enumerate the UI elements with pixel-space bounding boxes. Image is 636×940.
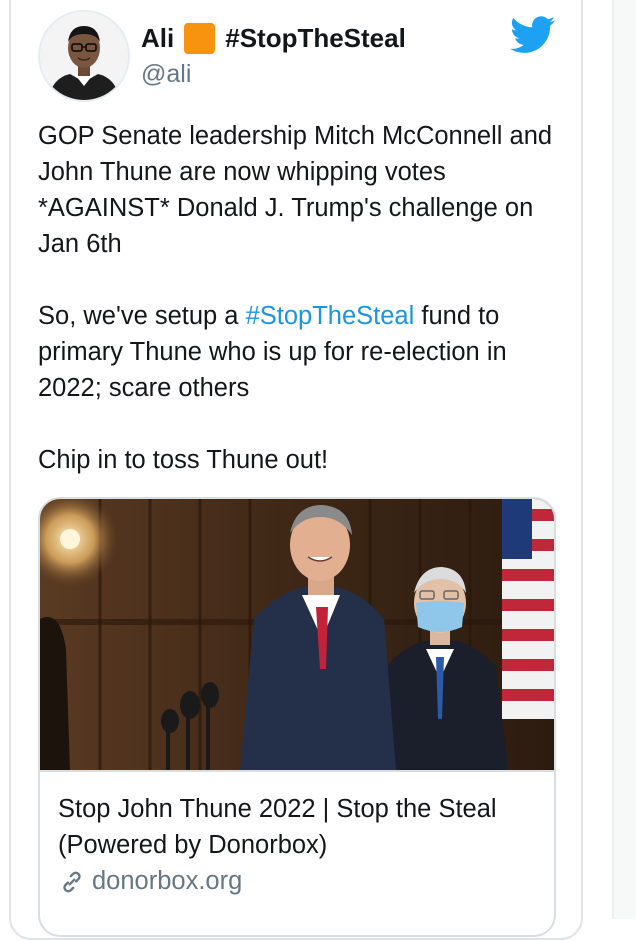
senators-photo: [40, 499, 554, 771]
link-icon: [63, 871, 81, 892]
avatar[interactable]: [38, 10, 130, 102]
user-handle[interactable]: @ali: [141, 58, 406, 90]
display-name[interactable]: Ali: [141, 18, 174, 58]
page-scrollbar[interactable]: [612, 0, 636, 919]
display-name-hashtag[interactable]: #StopTheSteal: [225, 18, 406, 58]
tweet-body: GOP Senate leadership Mitch McConnell an…: [38, 118, 568, 478]
card-divider: [40, 770, 554, 772]
orange-square-icon: [184, 22, 216, 54]
tweet-paragraph: Chip in to toss Thune out!: [38, 446, 329, 474]
link-domain-text[interactable]: donorbox.org: [92, 867, 242, 896]
link-preview-domain[interactable]: donorbox.org: [58, 867, 242, 896]
tweet-text-segment: So, we've setup a: [38, 302, 246, 330]
link-preview-title[interactable]: Stop John Thune 2022 | Stop the Steal (P…: [58, 791, 548, 863]
user-info: Ali #StopTheSteal @ali: [141, 18, 406, 90]
hashtag-link[interactable]: #StopTheSteal: [246, 302, 415, 330]
tweet-paragraph: GOP Senate leadership Mitch McConnell an…: [38, 122, 553, 258]
tweet-paragraph: So, we've setup a #StopTheSteal fund to …: [38, 298, 568, 406]
avatar-photo: [40, 12, 128, 100]
link-preview-image[interactable]: [40, 499, 554, 771]
display-name-row[interactable]: Ali #StopTheSteal: [141, 18, 406, 58]
twitter-bird-icon[interactable]: [510, 16, 556, 54]
link-preview-card[interactable]: Stop John Thune 2022 | Stop the Steal (P…: [38, 497, 556, 937]
